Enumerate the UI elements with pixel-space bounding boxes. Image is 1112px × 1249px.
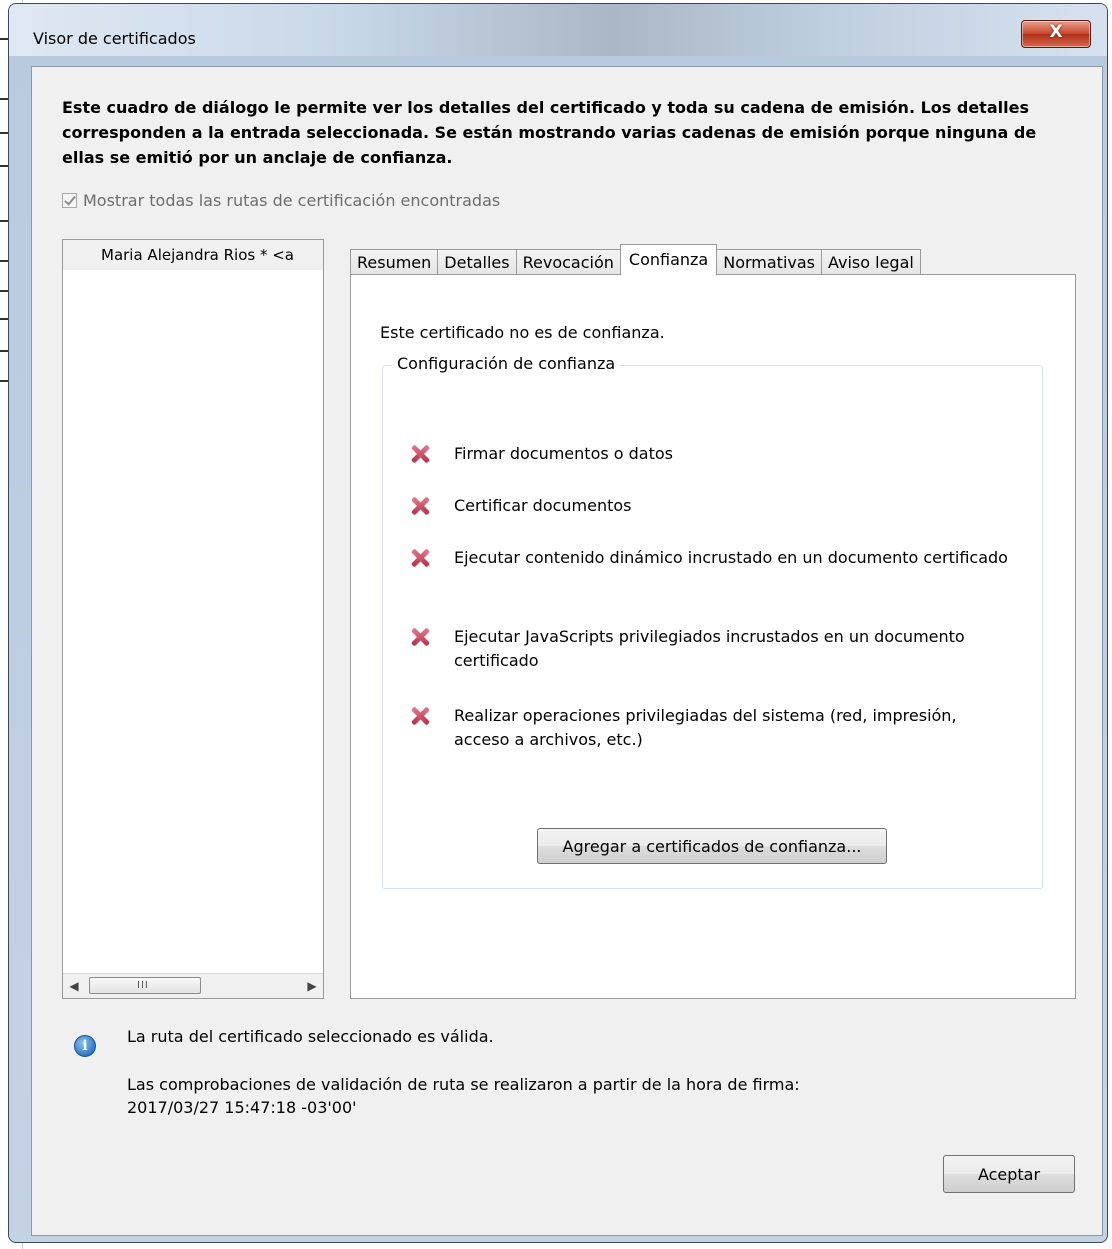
show-all-paths-option[interactable]: Mostrar todas las rutas de certificación… xyxy=(62,191,500,210)
accept-button[interactable]: Aceptar xyxy=(943,1155,1075,1193)
tab-normativas[interactable]: Normativas xyxy=(716,249,822,275)
scroll-grip: III xyxy=(137,980,149,991)
path-valid-message: La ruta del certificado seleccionado es … xyxy=(127,1027,494,1046)
permission-text: Ejecutar contenido dinámico incrustado e… xyxy=(454,548,1008,567)
certificate-chain-tree[interactable]: Maria Alejandra Rios * <a ◀ III ▶ xyxy=(62,239,324,999)
tab-strip: Resumen Detalles Revocación Confianza No… xyxy=(350,244,921,276)
scroll-right-icon[interactable]: ▶ xyxy=(303,977,321,995)
permission-item: Realizar operaciones privilegiadas del s… xyxy=(410,704,1014,752)
show-all-paths-label: Mostrar todas las rutas de certificación… xyxy=(83,191,501,210)
permission-item: Certificar documentos xyxy=(410,494,1014,518)
scroll-left-icon[interactable]: ◀ xyxy=(65,977,83,995)
permission-item: Firmar documentos o datos xyxy=(410,442,1014,466)
tab-resumen[interactable]: Resumen xyxy=(350,249,439,275)
window-title: Visor de certificados xyxy=(33,29,196,48)
validation-timestamp: 2017/03/27 15:47:18 -03'00' xyxy=(127,1098,357,1117)
add-to-trusted-button[interactable]: Agregar a certificados de confianza... xyxy=(537,828,887,864)
red-x-icon xyxy=(410,627,430,647)
tree-item-certificate[interactable]: Maria Alejandra Rios * <a xyxy=(63,240,323,270)
permission-text: Firmar documentos o datos xyxy=(454,444,674,463)
horizontal-scrollbar[interactable]: ◀ III ▶ xyxy=(63,973,323,998)
info-icon: i xyxy=(74,1035,96,1057)
red-x-icon xyxy=(410,548,430,568)
permission-text: Realizar operaciones privilegiadas del s… xyxy=(454,706,957,749)
red-x-icon xyxy=(410,706,430,726)
red-x-icon xyxy=(410,444,430,464)
title-bar[interactable]: Visor de certificados X xyxy=(9,4,1107,56)
show-all-paths-checkbox[interactable] xyxy=(62,193,77,208)
red-x-icon xyxy=(410,496,430,516)
trust-tab-panel: Este certificado no es de confianza. Con… xyxy=(350,274,1076,999)
close-button[interactable]: X xyxy=(1021,20,1091,48)
permission-text: Ejecutar JavaScripts privilegiados incru… xyxy=(454,627,965,670)
permission-item: Ejecutar JavaScripts privilegiados incru… xyxy=(410,625,1014,673)
validation-time-line: Las comprobaciones de validación de ruta… xyxy=(127,1075,800,1094)
tab-aviso-legal[interactable]: Aviso legal xyxy=(821,249,921,275)
scroll-thumb[interactable]: III xyxy=(89,977,201,994)
dialog-body: Este cuadro de diálogo le permite ver lo… xyxy=(31,66,1103,1236)
tab-detalles[interactable]: Detalles xyxy=(437,249,517,275)
trust-settings-title: Configuración de confianza xyxy=(392,354,621,373)
permission-text: Certificar documentos xyxy=(454,496,632,515)
tab-revocacion[interactable]: Revocación xyxy=(515,249,621,275)
intro-text: Este cuadro de diálogo le permite ver lo… xyxy=(62,98,1037,167)
close-icon: X xyxy=(1049,22,1063,42)
validation-time-message: Las comprobaciones de validación de ruta… xyxy=(127,1073,800,1119)
tab-confianza[interactable]: Confianza xyxy=(619,244,718,276)
trust-settings-group: Configuración de confianza Firmar docume… xyxy=(382,354,1043,889)
trust-status: Este certificado no es de confianza. xyxy=(380,323,665,342)
certificate-viewer-dialog: Visor de certificados X Este cuadro de d… xyxy=(8,3,1108,1243)
permission-item: Ejecutar contenido dinámico incrustado e… xyxy=(410,546,1014,570)
